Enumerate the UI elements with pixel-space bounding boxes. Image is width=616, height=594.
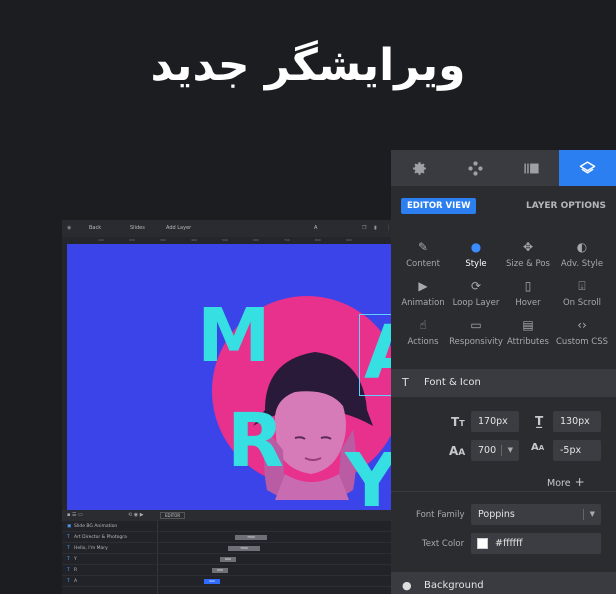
text-layer-icon: T [67,557,70,562]
timeline-bar[interactable]: 600 [220,557,236,562]
logo-icon: ◉ [67,225,72,231]
letter-spacing-input[interactable]: -5px [553,440,601,461]
timeline-bar[interactable]: 7000 [228,546,260,551]
line-height-icon: T̲ [535,414,544,428]
code-icon: ‹› [577,318,587,332]
text-color-label: Text Color [422,539,465,549]
copy-icon[interactable]: ❐ [362,225,366,231]
more-toggle[interactable]: More + [547,475,585,489]
letter-spacing-icon: AA [531,442,545,453]
font-size-icon: TT [451,415,465,429]
timeline-toolbar: ▪ ☰ ▭ ⟲ ◉ ▶ EDITOR [62,510,402,521]
layers-icon [579,160,596,173]
editor-view-button[interactable]: EDITOR VIEW [401,198,477,214]
section-divider [391,491,616,492]
text-layer-icon: T [67,535,70,540]
text-layer-icon: T [67,546,70,551]
panel-tabs [391,150,616,186]
contrast-icon: ◐ [576,240,588,254]
scroll-icon: ⍗ [578,279,586,293]
font-size-input[interactable]: 170px [471,411,519,432]
tab-general-settings[interactable] [391,150,447,186]
gear-icon [412,161,426,175]
document-icon: ▤ [522,318,534,332]
option-on-scroll[interactable]: ⍗ On Scroll [554,279,610,308]
option-style[interactable]: ● Style [448,240,504,269]
timeline-row[interactable]: T Art Director & Photogra 7000 [62,532,402,543]
font-weight-select[interactable]: 700 ▼ [471,440,519,461]
color-swatch[interactable] [477,538,488,549]
line-height-input[interactable]: 130px [553,411,601,432]
tab-slides[interactable] [503,150,559,186]
layer-type-indicator: A [314,225,318,231]
responsive-icon: ▭ [470,318,482,332]
palette-icon: ● [402,579,412,592]
letter-r-layer[interactable]: R [227,404,284,478]
headline: ویرایشگر جدید [150,40,466,91]
timeline-row[interactable]: T Y 600 [62,554,402,565]
horizontal-ruler: 100 200 300 400 500 600 700 800 900 [62,237,402,244]
option-hover[interactable]: ▯ Hover [500,279,556,308]
timeline-row[interactable]: T A 900 [62,576,402,587]
tab-layers[interactable] [559,150,616,186]
tab-navigation[interactable] [447,150,503,186]
editor-toolbar: ◉ Back Slides Add Layer A ❐ ▮ ⋮ [62,220,402,237]
option-actions[interactable]: ☝ Actions [395,318,451,347]
layer-options-title: LAYER OPTIONS [526,201,606,211]
slide-stage[interactable]: M A R Y [67,244,402,534]
timeline-row[interactable]: T R 600 [62,565,402,576]
option-animation[interactable]: ▶ Animation [395,279,451,308]
option-size-pos[interactable]: ✥ Size & Pos [500,240,556,269]
text-color-picker[interactable]: #ffffff [471,533,601,554]
back-button[interactable]: Back [89,225,101,231]
option-adv-style[interactable]: ◐ Adv. Style [554,240,610,269]
play-icon: ▶ [418,279,428,293]
editor-preview: ◉ Back Slides Add Layer A ❐ ▮ ⋮ 100 200 … [62,220,402,594]
chevron-down-icon: ▼ [589,510,595,518]
slide-icon: ▣ [67,524,72,529]
chevron-down-icon: ▼ [507,446,513,454]
timeline-bar[interactable]: 7000 [235,535,267,540]
slides-button[interactable]: Slides [130,225,145,231]
text-layer-icon: T [67,579,70,584]
text-icon: T [402,376,409,389]
timeline-tools-icon[interactable]: ▪ ☰ ▭ [67,512,83,518]
pencil-icon: ✎ [417,240,429,254]
background-section-header[interactable]: ● Background [391,572,616,594]
timeline-bar[interactable]: 600 [212,568,228,573]
option-attributes[interactable]: ▤ Attributes [500,318,556,347]
move-icon: ✥ [522,240,534,254]
option-custom-css[interactable]: ‹› Custom CSS [554,318,610,347]
option-content[interactable]: ✎ Content [395,240,451,269]
navigation-icon [467,160,483,176]
option-responsivity[interactable]: ▭ Responsivity [448,318,504,347]
font-family-label: Font Family [416,510,465,520]
timeline-row[interactable]: ▣ Slide BG Animation [62,521,402,532]
timeline-row[interactable]: T Hello, I'm Mary 7000 [62,543,402,554]
mouse-icon: ▯ [524,279,532,293]
timeline-editor-button[interactable]: EDITOR [160,512,186,519]
add-layer-button[interactable]: Add Layer [166,225,191,231]
slides-icon [523,163,539,173]
timeline: ▪ ☰ ▭ ⟲ ◉ ▶ EDITOR ▣ Slide BG Animation … [62,510,402,594]
font-weight-icon: AA [449,444,466,458]
font-icon-section-header[interactable]: T Font & Icon [391,369,616,397]
plus-icon: + [574,475,585,489]
option-loop-layer[interactable]: ⟳ Loop Layer [448,279,504,308]
palette-icon: ● [470,240,482,254]
playback-icon[interactable]: ⟲ ◉ ▶ [128,512,144,518]
layer-options-panel: EDITOR VIEW LAYER OPTIONS ✎ Content ● Styl… [391,150,616,594]
pointer-icon: ☝ [419,318,427,332]
loop-icon: ⟳ [470,279,482,293]
text-layer-icon: T [67,568,70,573]
font-family-select[interactable]: Poppins ▼ [471,504,601,525]
delete-icon[interactable]: ▮ [374,225,377,231]
timeline-bar[interactable]: 900 [204,579,220,584]
